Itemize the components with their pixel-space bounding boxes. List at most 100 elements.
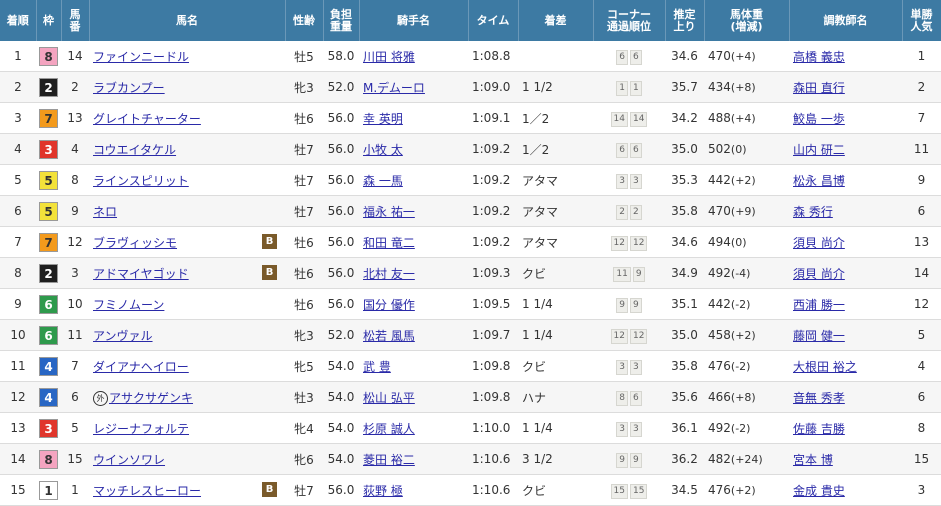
- body-weight-change: (-2): [730, 422, 751, 435]
- body-weight: 476: [708, 359, 731, 373]
- popularity: 6: [917, 204, 926, 218]
- jockey-link[interactable]: 北村 友一: [363, 267, 415, 281]
- horse-name-link[interactable]: レジーナフォルテ: [93, 422, 189, 436]
- corner-cell: 33: [593, 164, 665, 196]
- jockey-link[interactable]: 幸 英明: [363, 112, 403, 126]
- sex-age: 牡6: [294, 297, 314, 312]
- popularity-cell: 14: [902, 257, 941, 289]
- time-cell: 1:09.2: [468, 164, 518, 196]
- bodyweight-cell: 502(0): [704, 133, 789, 165]
- corner-position: 11: [613, 266, 631, 282]
- trainer-link[interactable]: 山内 研二: [793, 143, 845, 157]
- horse-number: 2: [71, 80, 79, 94]
- body-weight-change: (+9): [730, 205, 756, 218]
- body-weight-change: (0): [730, 236, 747, 249]
- body-weight-change: (+2): [730, 174, 756, 187]
- popularity: 3: [917, 483, 926, 497]
- jockey-link[interactable]: 国分 優作: [363, 298, 415, 312]
- jockey-link[interactable]: 松若 風馬: [363, 329, 415, 343]
- table-row: 10 6 11 アンヴァル 牝3 52.0 松若 風馬 1:09.7 1 1/4 12 12 35.0…: [0, 319, 941, 351]
- jockey-link[interactable]: 荻野 極: [363, 484, 403, 498]
- trainer-cell: 森 秀行: [789, 195, 902, 227]
- horse-name-link[interactable]: アドマイヤゴッド: [93, 267, 189, 281]
- horse-name-link[interactable]: アンヴァル: [93, 329, 153, 343]
- horse-name-link[interactable]: フミノムーン: [93, 298, 164, 312]
- jockey-link[interactable]: 松山 弘平: [363, 391, 415, 405]
- body-weight: 476: [708, 483, 731, 497]
- trainer-link[interactable]: 高橋 義忠: [793, 50, 845, 64]
- rank-cell: 9: [0, 288, 36, 320]
- finish-rank: 1: [14, 49, 22, 63]
- horse-name-link[interactable]: ラインスピリット: [93, 174, 189, 188]
- sex-age-cell: 牡6: [285, 288, 323, 320]
- jockey-link[interactable]: 福永 祐一: [363, 205, 415, 219]
- race-time: 1:09.2: [472, 142, 511, 156]
- finish-rank: 13: [10, 421, 26, 435]
- horse-name-link[interactable]: マッチレスヒーロー: [93, 484, 201, 498]
- trainer-link[interactable]: 藤岡 健一: [793, 329, 845, 343]
- horse-number: 14: [67, 49, 83, 63]
- horse-name-link[interactable]: ウインソワレ: [93, 453, 165, 467]
- jockey-link[interactable]: 川田 将雅: [363, 50, 415, 64]
- jockey-link[interactable]: 小牧 太: [363, 143, 403, 157]
- horse-name-link[interactable]: ラブカンプー: [93, 81, 165, 95]
- trainer-link[interactable]: 西浦 勝一: [793, 298, 845, 312]
- horse-name-link[interactable]: アサクサゲンキ: [109, 391, 193, 405]
- trainer-link[interactable]: 鮫島 一歩: [793, 112, 845, 126]
- trainer-link[interactable]: 須貝 尚介: [793, 236, 845, 250]
- popularity-cell: 6: [902, 195, 941, 227]
- jockey-cell: 松山 弘平: [359, 381, 468, 413]
- last3f-cell: 35.1: [665, 288, 704, 320]
- waku-badge: 1: [39, 480, 58, 500]
- jockey-link[interactable]: 森 一馬: [363, 174, 403, 188]
- trainer-link[interactable]: 金成 貴史: [793, 484, 845, 498]
- waku-cell: 6: [36, 319, 61, 351]
- weight-cell: 56.0: [323, 102, 359, 134]
- margin: アタマ: [522, 204, 559, 219]
- table-row: 5 5 8 ラインスピリット 牡7 56.0 森 一馬 1:09.2 アタマ 3 3 35.3 442(…: [0, 164, 941, 196]
- margin-cell: クビ: [518, 350, 593, 382]
- jockey-link[interactable]: M.デムーロ: [363, 81, 425, 95]
- trainer-link[interactable]: 宮本 博: [793, 453, 833, 467]
- horse-name-link[interactable]: グレイトチャーター: [93, 112, 201, 126]
- trainer-link[interactable]: 音無 秀孝: [793, 391, 845, 405]
- horse-name-link[interactable]: ダイアナヘイロー: [93, 360, 189, 374]
- rank-cell: 4: [0, 133, 36, 165]
- trainer-link[interactable]: 須貝 尚介: [793, 267, 845, 281]
- body-weight-change: (-4): [730, 267, 751, 280]
- horse-name-link[interactable]: ファインニードル: [93, 50, 189, 64]
- popularity: 7: [917, 111, 926, 125]
- horse-cell: 外アサクサゲンキ: [89, 381, 285, 413]
- weight-cell: 56.0: [323, 288, 359, 320]
- trainer-link[interactable]: 森 秀行: [793, 205, 833, 219]
- header-pop: 単勝 人気: [902, 0, 941, 41]
- bodyweight-cell: 470(+9): [704, 195, 789, 227]
- trainer-link[interactable]: 大根田 裕之: [793, 360, 857, 374]
- jockey-link[interactable]: 和田 竜二: [363, 236, 415, 250]
- horse-cell: アンヴァル: [89, 319, 285, 351]
- popularity: 1: [917, 49, 926, 63]
- waku-cell: 6: [36, 288, 61, 320]
- jockey-link[interactable]: 杉原 誠人: [363, 422, 415, 436]
- body-weight-change: (+2): [730, 484, 756, 497]
- trainer-link[interactable]: 森田 直行: [793, 81, 845, 95]
- waku-badge: 3: [39, 418, 58, 438]
- jockey-link[interactable]: 武 豊: [363, 360, 391, 374]
- rank-cell: 1: [0, 41, 36, 72]
- horse-name-link[interactable]: コウエイタケル: [93, 143, 176, 157]
- bodyweight-cell: 494(0): [704, 226, 789, 258]
- bodyweight-cell: 492(-4): [704, 257, 789, 289]
- weight-cell: 52.0: [323, 319, 359, 351]
- trainer-link[interactable]: 佐藤 吉勝: [793, 422, 845, 436]
- last-3f: 35.8: [671, 204, 698, 218]
- jockey-link[interactable]: 菱田 裕二: [363, 453, 415, 467]
- horse-name-link[interactable]: ブラヴィッシモ: [93, 236, 177, 250]
- popularity-cell: 8: [902, 412, 941, 444]
- jockey-cell: 川田 将雅: [359, 41, 468, 72]
- margin: 1 1/2: [522, 80, 553, 94]
- trainer-link[interactable]: 松永 昌博: [793, 174, 845, 188]
- horse-number: 10: [67, 297, 83, 311]
- horse-name-link[interactable]: ネロ: [93, 205, 117, 219]
- popularity: 8: [917, 421, 926, 435]
- corner-position: 12: [630, 328, 648, 344]
